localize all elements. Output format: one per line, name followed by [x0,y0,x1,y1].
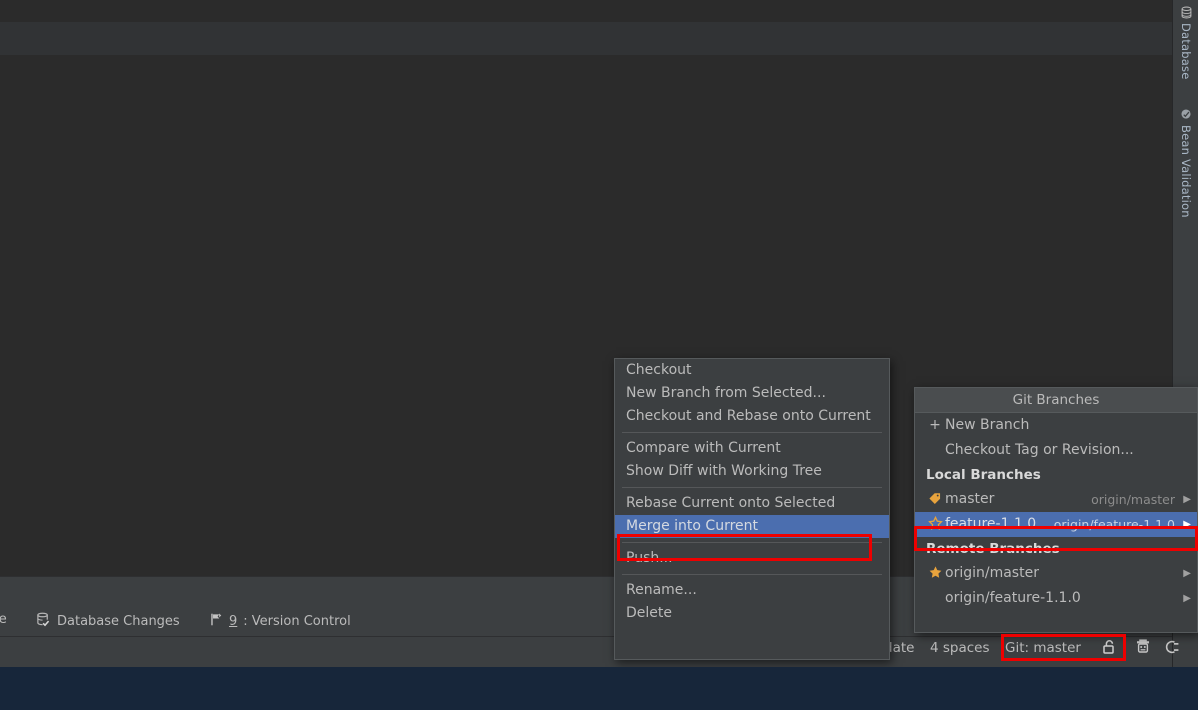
menu-item-rebase-current-onto-selected[interactable]: Rebase Current onto Selected [615,492,889,515]
branch-tracking: origin/feature-1.1.0 [1053,517,1175,532]
database-icon [1179,6,1193,19]
sidebar-item-label: Database [1179,23,1193,80]
menu-item-delete[interactable]: Delete [615,602,889,625]
tag-icon [926,487,944,512]
tool-window-button-label: : Version Control [243,614,351,629]
tool-window-button-label: se [0,612,7,627]
menu-item-merge-into-current[interactable]: Merge into Current [615,515,889,538]
star-outline-icon [926,512,944,537]
database-changes-icon [36,612,51,631]
toolbar-area [0,22,1198,55]
hector-inspection-icon[interactable] [1134,638,1152,660]
os-taskbar: CSDN @ReadThroughLife 当前所在分支为master分支 [0,667,1198,710]
branch-context-menu[interactable]: Checkout New Branch from Selected... Che… [614,358,890,660]
bean-validation-icon [1179,108,1193,121]
power-plug-icon[interactable] [1163,638,1181,660]
menu-item-rename[interactable]: Rename... [615,579,889,602]
popup-section-remote-branches: Remote Branches [926,541,1060,557]
status-indent[interactable]: 4 spaces [930,640,990,656]
popup-title: Git Branches [915,388,1197,413]
title-bar-area [0,0,1198,22]
sidebar-item-database[interactable]: Database [1173,2,1198,100]
popup-section-local-branches: Local Branches [926,467,1041,483]
menu-divider [622,432,882,433]
popup-item-checkout-tag-or-revision[interactable]: Checkout Tag or Revision... [915,438,1197,463]
ide-window: Database Bean Validation se [0,0,1198,710]
branch-row-feature-1-1-0[interactable]: feature-1.1.0 origin/feature-1.1.0 ▶ [915,512,1197,537]
menu-item-show-diff-with-working-tree[interactable]: Show Diff with Working Tree [615,460,889,483]
chevron-right-icon[interactable]: ▶ [1183,586,1191,611]
menu-divider [622,574,882,575]
popup-item-label: Checkout Tag or Revision... [945,442,1134,458]
tool-window-button-database-changes[interactable]: Database Changes [36,612,180,631]
chevron-right-icon[interactable]: ▶ [1183,512,1191,537]
chevron-right-icon[interactable]: ▶ [1183,561,1191,586]
menu-divider [622,542,882,543]
git-branches-popup[interactable]: Git Branches + New Branch Checkout Tag o… [914,387,1198,633]
plus-icon: + [929,417,941,433]
tool-window-button-persistence[interactable]: se [0,612,7,627]
sidebar-item-label: Bean Validation [1179,125,1193,218]
chevron-right-icon[interactable]: ▶ [1183,487,1191,512]
menu-item-checkout-and-rebase-onto-current[interactable]: Checkout and Rebase onto Current [615,405,889,428]
branch-row-origin-master[interactable]: origin/master ▶ [915,561,1197,586]
menu-item-checkout[interactable]: Checkout [615,359,889,382]
menu-item-compare-with-current[interactable]: Compare with Current [615,437,889,460]
branch-name: master [945,491,995,507]
branch-name: origin/feature-1.1.0 [945,590,1081,606]
star-filled-icon [926,561,944,586]
status-badge-git-branch[interactable]: Git: master [1005,640,1081,656]
menu-item-new-branch-from-selected[interactable]: New Branch from Selected... [615,382,889,405]
branch-name: feature-1.1.0 [945,516,1037,532]
unlocked-padlock-icon[interactable] [1101,638,1117,660]
popup-item-new-branch[interactable]: + New Branch [915,413,1197,438]
sidebar-item-bean-validation[interactable]: Bean Validation [1173,104,1198,234]
status-bar [0,637,1172,667]
version-control-icon [209,612,223,631]
menu-item-push[interactable]: Push... [615,547,889,570]
tool-window-button-version-control[interactable]: 9 : Version Control [209,612,351,631]
branch-row-master[interactable]: master origin/master ▶ [915,487,1197,512]
tool-window-shortcut-digit: 9 [229,614,238,629]
branch-row-origin-feature-1-1-0[interactable]: origin/feature-1.1.0 ▶ [915,586,1197,611]
branch-name: origin/master [945,565,1039,581]
tool-window-button-label: Database Changes [57,614,180,629]
menu-divider [622,487,882,488]
branch-tracking: origin/master [1091,492,1175,507]
popup-item-label: New Branch [945,417,1030,433]
